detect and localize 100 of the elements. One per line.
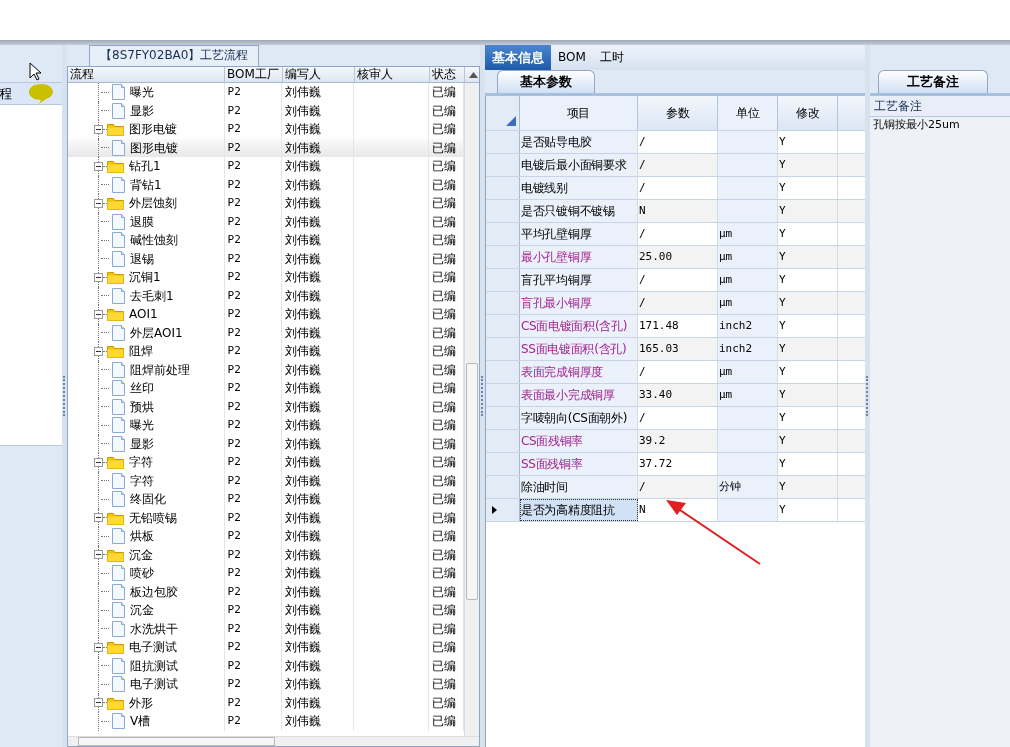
grid-cell[interactable] — [718, 131, 778, 153]
grid-cell[interactable]: Y — [778, 200, 838, 222]
grid-cell[interactable]: Y — [778, 154, 838, 176]
grid-cell[interactable]: 是否只镀铜不镀锡 — [520, 200, 638, 222]
grid-cell[interactable]: μm — [718, 292, 778, 314]
grid-cell[interactable] — [718, 407, 778, 429]
tab[interactable]: BOM — [551, 45, 593, 70]
table-cell: P2 — [224, 601, 283, 620]
step-name: V槽 — [130, 713, 151, 730]
grid-cell[interactable]: Y — [778, 384, 838, 406]
collapse-icon[interactable] — [94, 513, 103, 523]
document-icon — [112, 528, 125, 545]
grid-cell[interactable]: SS面电镀面积(含孔) — [520, 338, 638, 360]
grid-cell[interactable]: 最小孔壁铜厚 — [520, 246, 638, 268]
collapse-icon[interactable] — [94, 550, 103, 560]
horizontal-scrollbar[interactable] — [68, 736, 479, 746]
grid-cell[interactable]: Y — [778, 131, 838, 153]
grid-cell[interactable]: Y — [778, 361, 838, 383]
collapse-icon[interactable] — [94, 161, 103, 171]
grid-cell[interactable]: μm — [718, 246, 778, 268]
column-header[interactable]: 单位 — [718, 96, 778, 130]
grid-cell[interactable]: Y — [778, 407, 838, 429]
grid-cell[interactable] — [718, 200, 778, 222]
grid-cell[interactable] — [718, 430, 778, 452]
column-header[interactable]: 项目 — [520, 96, 638, 130]
grid-cell[interactable]: 盲孔平均铜厚 — [520, 269, 638, 291]
grid-cell[interactable]: 电镀后最小面铜要求 — [520, 154, 638, 176]
column-header[interactable]: BOM工厂 — [225, 67, 283, 82]
grid-cell[interactable]: Y — [778, 430, 838, 452]
collapse-icon[interactable] — [94, 642, 103, 652]
collapse-icon[interactable] — [94, 198, 103, 208]
grid-cell[interactable]: inch2 — [718, 338, 778, 360]
grid-cell[interactable]: Y — [778, 315, 838, 337]
grid-cell[interactable]: Y — [778, 269, 838, 291]
document-icon — [112, 472, 125, 489]
table-cell: 刘伟巍 — [282, 416, 355, 435]
grid-cell[interactable]: 表面完成铜厚度 — [520, 361, 638, 383]
folder-icon — [107, 159, 124, 174]
collapse-icon[interactable] — [94, 698, 103, 708]
grid-cell[interactable]: Y — [778, 292, 838, 314]
grid-cell[interactable]: Y — [778, 499, 838, 521]
table-cell: P2 — [224, 564, 283, 583]
grid-cell[interactable]: μm — [718, 269, 778, 291]
table-cell: 刘伟巍 — [282, 638, 355, 657]
sort-corner-icon — [506, 116, 516, 126]
grid-cell[interactable]: Y — [778, 177, 838, 199]
column-header[interactable]: 核审人 — [355, 67, 430, 82]
table-cell: 刘伟巍 — [282, 527, 355, 546]
speech-bubble-icon[interactable] — [28, 82, 54, 105]
collapse-icon[interactable] — [94, 457, 103, 467]
grid-cell[interactable] — [718, 499, 778, 521]
grid-cell[interactable]: 是否为高精度阻抗 — [520, 499, 638, 521]
step-name: 无铅喷锡 — [129, 509, 177, 527]
column-header[interactable]: 修改 — [778, 96, 838, 130]
column-header[interactable]: 状态 — [430, 67, 465, 82]
grid-cell[interactable]: CS面残铜率 — [520, 430, 638, 452]
step-name: 板边包胶 — [130, 583, 178, 601]
subtab[interactable]: 工艺备注 — [878, 70, 988, 93]
subtab[interactable]: 基本参数 — [497, 70, 595, 93]
grid-cell[interactable]: 电镀线别 — [520, 177, 638, 199]
grid-cell[interactable]: Y — [778, 476, 838, 498]
step-name: 外层AOI1 — [130, 324, 183, 342]
collapse-icon[interactable] — [94, 272, 103, 282]
step-name: 曝光 — [130, 84, 154, 101]
grid-cell[interactable]: μm — [718, 361, 778, 383]
collapse-icon[interactable] — [94, 346, 103, 356]
grid-cell[interactable]: SS面残铜率 — [520, 453, 638, 475]
scroll-up-icon[interactable] — [469, 71, 478, 78]
collapse-icon[interactable] — [94, 309, 103, 319]
grid-cell[interactable]: Y — [778, 223, 838, 245]
grid-cell[interactable]: μm — [718, 384, 778, 406]
document-icon — [112, 713, 125, 730]
grid-cell[interactable] — [718, 154, 778, 176]
grid-cell[interactable]: 盲孔最小铜厚 — [520, 292, 638, 314]
grid-cell[interactable]: 是否贴导电胶 — [520, 131, 638, 153]
grid-cell[interactable]: 表面最小完成铜厚 — [520, 384, 638, 406]
grid-cell[interactable] — [718, 453, 778, 475]
column-header[interactable]: 编写人 — [283, 67, 355, 82]
vertical-scrollbar[interactable] — [464, 83, 479, 736]
collapse-icon[interactable] — [94, 124, 103, 134]
table-cell: 刘伟巍 — [282, 83, 355, 102]
tab[interactable]: 工时 — [592, 45, 631, 70]
step-name: 显影 — [130, 435, 154, 453]
column-header[interactable]: 流程 — [68, 67, 225, 82]
grid-cell[interactable]: 分钟 — [718, 476, 778, 498]
grid-cell[interactable]: 除油时间 — [520, 476, 638, 498]
grid-cell[interactable]: inch2 — [718, 315, 778, 337]
grid-cell[interactable]: Y — [778, 246, 838, 268]
grid-cell[interactable]: 字唛朝向(CS面朝外) — [520, 407, 638, 429]
grid-cell[interactable]: Y — [778, 453, 838, 475]
grid-cell[interactable]: 平均孔壁铜厚 — [520, 223, 638, 245]
grid-cell[interactable]: μm — [718, 223, 778, 245]
table-cell: 刘伟巍 — [282, 268, 355, 287]
grid-cell[interactable]: CS面电镀面积(含孔) — [520, 315, 638, 337]
table-cell: 刘伟巍 — [282, 601, 355, 620]
step-name: 钻孔1 — [129, 158, 161, 175]
row-header[interactable] — [486, 499, 520, 521]
tab[interactable]: 基本信息 — [485, 45, 551, 70]
grid-cell[interactable] — [718, 177, 778, 199]
grid-cell[interactable]: Y — [778, 338, 838, 360]
